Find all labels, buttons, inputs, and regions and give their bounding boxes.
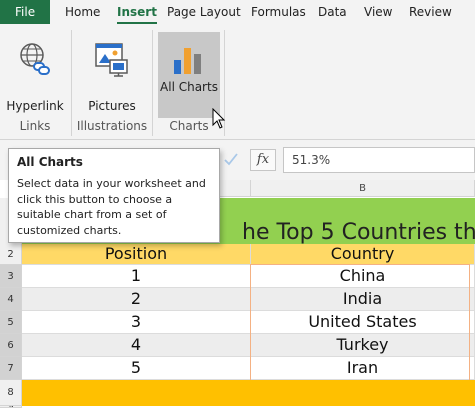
globe-link-icon <box>20 43 50 75</box>
all-charts-button[interactable]: All Charts <box>158 32 220 118</box>
mouse-cursor-icon <box>212 108 226 129</box>
position-cell[interactable]: 1 <box>22 265 251 288</box>
formula-input[interactable]: 51.3% <box>283 147 475 173</box>
bar-chart-icon <box>174 48 201 74</box>
row-header-6[interactable]: 6 <box>0 334 22 357</box>
tooltip-title: All Charts <box>17 155 83 169</box>
country-cell[interactable]: China <box>251 265 475 288</box>
check-icon[interactable] <box>222 148 240 170</box>
spreadsheet-app: File Home Insert Page Layout Formulas Da… <box>0 0 475 408</box>
tab-home[interactable]: Home <box>65 0 100 24</box>
tab-formulas[interactable]: Formulas <box>251 0 306 24</box>
insert-function-button[interactable]: fx <box>250 149 276 171</box>
position-cell[interactable]: 2 <box>22 288 251 311</box>
column-header-b[interactable]: B <box>251 180 475 197</box>
tab-view[interactable]: View <box>364 0 392 24</box>
group-label-illustrations: Illustrations <box>76 119 148 133</box>
tab-review[interactable]: Review <box>409 0 452 24</box>
pictures-button[interactable]: Pictures <box>84 32 140 113</box>
pictures-icon <box>95 43 128 77</box>
orange-merged-cell[interactable] <box>22 380 475 406</box>
row-header-2[interactable]: 2 <box>0 244 22 265</box>
pictures-label: Pictures <box>88 99 136 113</box>
ribbon: Hyperlink Pictures All Charts Links Illu… <box>0 24 475 140</box>
group-label-links: Links <box>19 119 51 133</box>
row-header-7[interactable]: 7 <box>0 357 22 380</box>
position-cell[interactable]: 4 <box>22 334 251 357</box>
tab-insert[interactable]: Insert <box>117 0 157 24</box>
position-cell[interactable]: 5 <box>22 357 251 380</box>
all-charts-label: All Charts <box>160 80 218 94</box>
row-header-4[interactable]: 4 <box>0 288 22 311</box>
all-charts-tooltip: All Charts Select data in your worksheet… <box>8 148 220 243</box>
tooltip-body: Select data in your worksheet and click … <box>17 177 206 237</box>
country-cell[interactable]: Turkey <box>251 334 475 357</box>
position-cell[interactable]: 3 <box>22 311 251 334</box>
group-separator <box>152 30 153 136</box>
hyperlink-button[interactable]: Hyperlink <box>5 32 65 113</box>
country-cell[interactable]: Iran <box>251 357 475 380</box>
group-label-charts: Charts <box>169 119 209 133</box>
country-cell[interactable]: India <box>251 288 475 311</box>
file-menu[interactable]: File <box>0 0 50 24</box>
row-header-8[interactable]: 8 <box>0 380 22 406</box>
tab-data[interactable]: Data <box>318 0 347 24</box>
menu-bar: File Home Insert Page Layout Formulas Da… <box>0 0 475 24</box>
header-country-cell[interactable]: Country <box>251 244 475 265</box>
title-text: he Top 5 Countries that P <box>242 220 475 245</box>
row-header-3[interactable]: 3 <box>0 265 22 288</box>
row-header-5[interactable]: 5 <box>0 311 22 334</box>
header-position-cell[interactable]: Position <box>22 244 251 265</box>
country-cell[interactable]: United States <box>251 311 475 334</box>
hyperlink-label: Hyperlink <box>6 99 64 113</box>
tab-page-layout[interactable]: Page Layout <box>167 0 241 24</box>
